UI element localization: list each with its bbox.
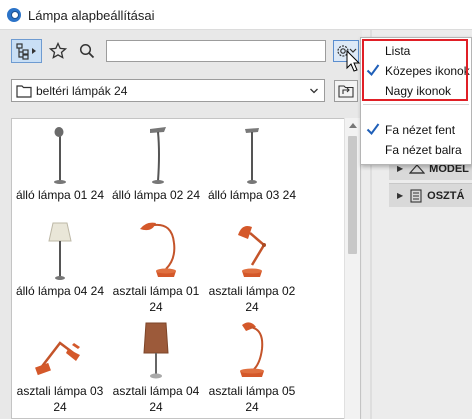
item-label: asztali lámpa 04 24: [112, 384, 200, 414]
menu-item-label: Lista: [385, 44, 411, 58]
floor-lamp-icon: [245, 128, 259, 184]
item-label: asztali lámpa 01 24: [112, 284, 200, 314]
item-label: álló lámpa 03 24: [207, 188, 297, 202]
folder-dropdown-value: beltéri lámpák 24: [36, 83, 128, 98]
menu-item-large-icons[interactable]: Nagy ikonok: [361, 81, 471, 101]
archicad-app-icon: [7, 8, 21, 22]
menu-item-medium-icons[interactable]: Közepes ikonok: [361, 61, 471, 81]
desk-lamp-icon: [238, 226, 266, 277]
mouse-cursor-icon: [346, 50, 361, 72]
window-title: Lámpa alapbeállításai: [28, 8, 155, 23]
library-items-grid: álló lámpa 01 24 álló lámpa 02 24 álló l…: [11, 118, 361, 419]
panel-section-label: OSZTÁ: [427, 189, 465, 202]
floor-lamp-shade-icon: [48, 222, 72, 280]
item-label: asztali lámpa 03 24: [16, 384, 104, 414]
menu-item-tree-top[interactable]: Fa nézet fent: [361, 120, 471, 140]
scroll-up-arrow-icon[interactable]: [349, 122, 357, 128]
tree-view-button[interactable]: [11, 39, 42, 63]
chevron-down-icon: [310, 88, 318, 94]
panel-section-classification[interactable]: ▶ OSZTÁ: [389, 183, 472, 207]
checkmark-icon: [366, 123, 380, 136]
desk-lamp-icon: [35, 341, 80, 376]
grid-scrollbar[interactable]: [344, 118, 360, 419]
folder-icon: [16, 84, 32, 98]
scrollbar-thumb[interactable]: [348, 136, 357, 254]
menu-item-tree-left[interactable]: Fa nézet balra: [361, 140, 471, 160]
folder-dropdown[interactable]: beltéri lámpák 24: [11, 79, 325, 102]
expand-arrow-icon[interactable]: ▶: [397, 164, 403, 173]
menu-item-list[interactable]: Lista: [361, 41, 471, 61]
toolbar: [0, 30, 360, 70]
view-options-menu: Lista Közepes ikonok Nagy ikonok Fa néze…: [360, 37, 472, 165]
menu-item-label: Közepes ikonok: [385, 64, 470, 78]
folder-up-icon: [338, 85, 354, 98]
desk-lamp-icon: [140, 222, 176, 277]
menu-item-label: Fa nézet fent: [385, 123, 456, 137]
expand-arrow-icon[interactable]: ▶: [397, 191, 403, 200]
floor-lamp-icon: [54, 127, 66, 184]
checkmark-icon: [366, 64, 380, 77]
menu-item-label: Fa nézet balra: [385, 143, 462, 157]
item-label: asztali lámpa 02 24: [208, 284, 296, 314]
item-label: álló lámpa 02 24: [111, 188, 201, 202]
item-label: álló lámpa 01 24: [15, 188, 105, 202]
search-icon: [79, 43, 95, 59]
item-label: asztali lámpa 05 24: [208, 384, 296, 414]
search-input[interactable]: [106, 40, 326, 62]
menu-separator: [363, 104, 469, 105]
table-lamp-icon: [143, 322, 169, 379]
desk-lamp-icon: [240, 322, 264, 377]
classification-icon: [410, 188, 422, 203]
star-icon: [49, 42, 67, 59]
folder-up-button[interactable]: [334, 80, 358, 102]
item-label: álló lámpa 04 24: [15, 284, 105, 298]
menu-item-label: Nagy ikonok: [385, 84, 452, 98]
favorites-button[interactable]: [47, 39, 69, 63]
floor-lamp-icon: [150, 127, 166, 184]
search-button[interactable]: [76, 39, 98, 63]
tree-view-icon: [15, 43, 36, 60]
title-bar: Lámpa alapbeállításai: [0, 0, 472, 30]
